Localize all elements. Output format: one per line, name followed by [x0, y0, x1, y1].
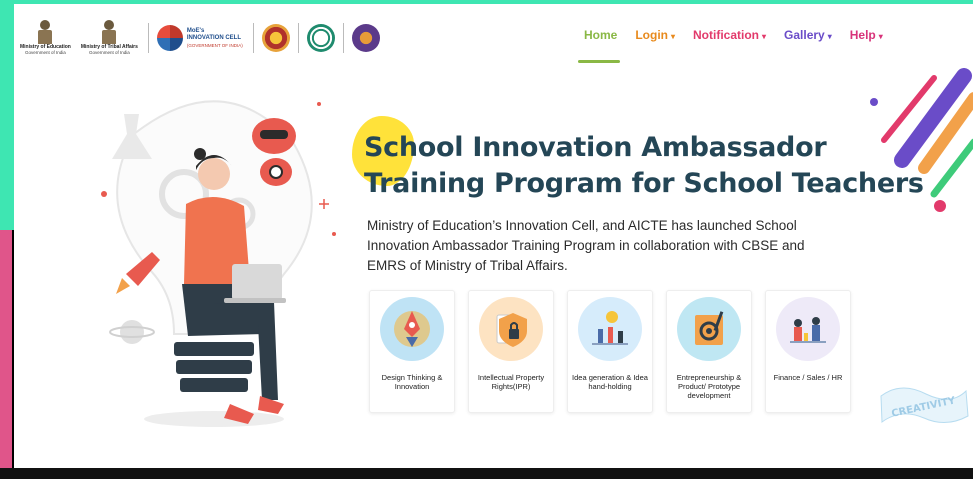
moe-cell-line2: INNOVATION CELL: [186, 34, 241, 41]
logo-divider: [297, 23, 299, 53]
nav-home-label: Home: [584, 28, 618, 42]
moe-innovation-cell-logo[interactable]: MoE's INNOVATION CELL (GOVERNMENT OF IND…: [156, 25, 243, 51]
logo-divider: [252, 23, 254, 53]
card-ipr[interactable]: Intellectual Property Rights(IPR): [468, 290, 554, 413]
background-frame-bottom: [0, 468, 973, 479]
hero-title: School Innovation Ambassador Training Pr…: [364, 130, 944, 202]
site-header: Ministry of Education Government of Indi…: [14, 4, 973, 70]
logo-divider: [342, 23, 344, 53]
nav-gallery[interactable]: Gallery ▾: [784, 28, 832, 42]
logo-caption-sub: Government of India: [25, 50, 66, 55]
program-cards: Design Thinking & Innovation Intellectua…: [369, 290, 864, 413]
nav-home[interactable]: Home: [584, 28, 617, 42]
background-frame-pink: [0, 230, 12, 479]
moe-cell-line3: (GOVERNMENT OF INDIA): [186, 42, 243, 48]
nav-login[interactable]: Login ▾: [635, 28, 675, 42]
hero-title-line1: School Innovation Ambassador: [364, 132, 827, 163]
decorative-stripes: [870, 68, 973, 212]
chevron-down-icon: ▾: [671, 32, 676, 41]
national-emblem-icon: [36, 20, 54, 44]
emrs-logo[interactable]: [351, 24, 380, 52]
nav-login-label: Login: [635, 28, 668, 42]
main-nav: Home Login ▾ Notification ▾ Gallery ▾ Help ▾: [584, 28, 901, 42]
card-finance[interactable]: Finance / Sales / HR: [765, 290, 851, 413]
finance-team-icon: [776, 297, 840, 361]
nav-notification[interactable]: Notification ▾: [693, 28, 766, 42]
creativity-doodle: CREATIVITY: [880, 387, 969, 423]
ministry-of-tribal-affairs-logo[interactable]: Ministry of Tribal Affairs Government of…: [81, 20, 138, 56]
brain-icon: [156, 25, 183, 51]
nav-gallery-label: Gallery: [784, 28, 825, 42]
nav-help-label: Help: [849, 28, 876, 42]
card-label: Intellectual Property Rights(IPR): [477, 373, 545, 391]
logo-row: Ministry of Education Government of Indi…: [20, 14, 388, 62]
active-nav-indicator: [578, 60, 620, 63]
hero-title-line2: Training Program for School Teachers: [364, 168, 924, 199]
ministry-of-education-logo[interactable]: Ministry of Education Government of Indi…: [20, 20, 71, 56]
card-label: Entrepreneurship & Product/ Prototype de…: [676, 373, 742, 400]
chevron-down-icon: ▾: [762, 32, 767, 41]
card-label: Design Thinking & Innovation: [381, 373, 443, 391]
rocket-icon: [380, 297, 444, 361]
logo-divider: [147, 23, 149, 53]
idea-team-icon: [578, 297, 642, 361]
moe-cell-line1: MoE's: [186, 27, 205, 34]
nav-notification-label: Notification: [693, 28, 760, 42]
card-label: Finance / Sales / HR: [773, 373, 843, 382]
card-label: Idea generation & Idea hand-holding: [572, 373, 648, 391]
card-idea-generation[interactable]: Idea generation & Idea hand-holding: [567, 290, 653, 413]
teacher-laptop-illustration: [101, 100, 336, 427]
moe-cell-text: MoE's INNOVATION CELL (GOVERNMENT OF IND…: [187, 28, 243, 49]
cbse-logo[interactable]: [306, 24, 335, 52]
ipr-shield-icon: [479, 297, 543, 361]
card-entrepreneurship[interactable]: Entrepreneurship & Product/ Prototype de…: [666, 290, 752, 413]
national-emblem-icon: [100, 20, 118, 44]
chevron-down-icon: ▾: [827, 32, 832, 41]
web-page: Ministry of Education Government of Indi…: [14, 4, 973, 468]
blueprint-gear-icon: [677, 297, 741, 361]
aicte-logo[interactable]: [261, 24, 290, 52]
chevron-down-icon: ▾: [878, 32, 883, 41]
hero-description: Ministry of Education’s Innovation Cell,…: [367, 218, 805, 273]
card-design-thinking[interactable]: Design Thinking & Innovation: [369, 290, 455, 413]
logo-caption-sub: Government of India: [88, 50, 130, 55]
nav-help[interactable]: Help ▾: [850, 28, 883, 42]
